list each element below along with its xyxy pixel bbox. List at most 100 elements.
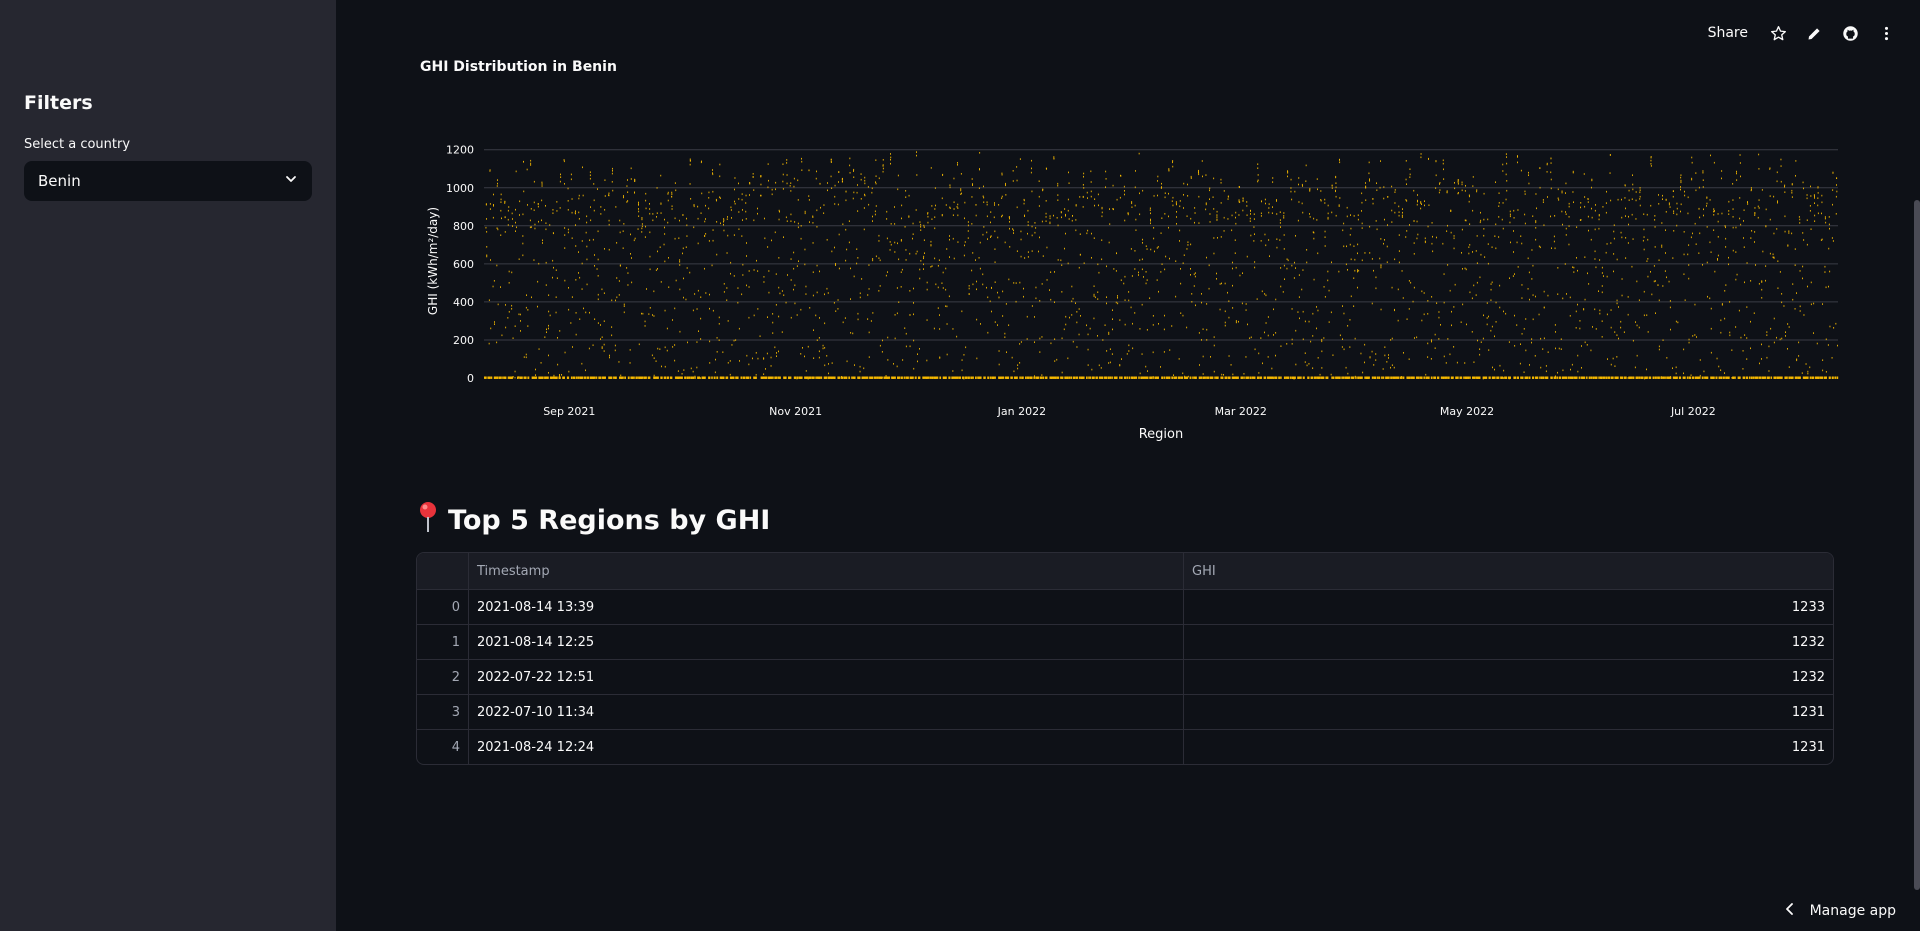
scatter-point xyxy=(1661,244,1663,247)
scatter-point xyxy=(1203,376,1206,379)
scatter-point xyxy=(616,296,618,299)
scatter-point xyxy=(1321,350,1323,353)
scatter-point xyxy=(1514,273,1515,275)
scatter-point xyxy=(956,206,958,208)
scatter-point xyxy=(1423,292,1425,294)
scatter-point xyxy=(1721,212,1723,215)
table-row[interactable]: 2 2022-07-22 12:51 1232 xyxy=(417,659,1833,694)
scatter-point xyxy=(709,362,711,364)
scatter-point xyxy=(1310,340,1312,343)
ghi-cell[interactable]: 1232 xyxy=(1183,625,1833,659)
scatter-point xyxy=(1431,376,1433,379)
scatter-point xyxy=(1375,359,1377,361)
column-header-ghi[interactable]: GHI xyxy=(1183,553,1833,589)
scatter-point xyxy=(1350,376,1353,379)
scatter-point xyxy=(1068,182,1070,184)
y-tick-label: 200 xyxy=(453,334,474,347)
scatter-point xyxy=(844,317,846,319)
scatter-point xyxy=(1097,298,1099,300)
column-header-timestamp[interactable]: Timestamp xyxy=(468,553,1183,589)
scatter-point xyxy=(1165,255,1167,258)
timestamp-cell[interactable]: 2021-08-14 12:25 xyxy=(468,625,1183,659)
scatter-point xyxy=(1300,376,1302,379)
scatter-point xyxy=(595,376,598,379)
scatter-point xyxy=(1304,352,1306,354)
scatter-point xyxy=(1308,363,1310,365)
top-regions-table[interactable]: Timestamp GHI 0 2021-08-14 13:39 1233 1 … xyxy=(416,552,1834,765)
timestamp-cell[interactable]: 2022-07-22 12:51 xyxy=(468,660,1183,694)
scatter-point xyxy=(568,308,570,311)
scatter-point xyxy=(1260,215,1262,217)
scrollbar[interactable] xyxy=(1914,200,1920,890)
ghi-scatter-chart[interactable]: 020040060080010001200Sep 2021 Nov 2021 Jan… xyxy=(420,122,1840,452)
scatter-point xyxy=(1111,376,1113,379)
scatter-point xyxy=(523,190,525,193)
scatter-point xyxy=(1783,305,1785,307)
scatter-point xyxy=(1746,358,1748,360)
scatter-point xyxy=(1768,345,1770,348)
scatter-point xyxy=(993,216,995,219)
scatter-point xyxy=(786,182,788,185)
scatter-point xyxy=(1091,368,1093,371)
scatter-point xyxy=(593,183,595,185)
scatter-point xyxy=(1446,230,1448,232)
table-row[interactable]: 0 2021-08-14 13:39 1233 xyxy=(417,589,1833,624)
scatter-point xyxy=(1106,302,1107,305)
ghi-cell[interactable]: 1231 xyxy=(1183,695,1833,729)
scatter-point xyxy=(1658,259,1660,261)
ghi-cell[interactable]: 1233 xyxy=(1183,590,1833,624)
scatter-point xyxy=(835,264,836,266)
scatter-point xyxy=(1443,301,1445,304)
scatter-point xyxy=(905,332,907,335)
scatter-point xyxy=(860,198,862,200)
timestamp-cell[interactable]: 2022-07-10 11:34 xyxy=(468,695,1183,729)
scatter-point xyxy=(1321,340,1323,343)
scatter-point xyxy=(1618,306,1619,308)
table-row[interactable]: 3 2022-07-10 11:34 1231 xyxy=(417,694,1833,729)
ghi-cell[interactable]: 1232 xyxy=(1183,660,1833,694)
scatter-point xyxy=(790,190,792,192)
scatter-point xyxy=(934,187,936,189)
table-row[interactable]: 4 2021-08-24 12:24 1231 xyxy=(417,729,1833,764)
scatter-point xyxy=(808,199,810,201)
scatter-point xyxy=(1691,177,1693,180)
table-row[interactable]: 1 2021-08-14 12:25 1232 xyxy=(417,624,1833,659)
timestamp-cell[interactable]: 2021-08-24 12:24 xyxy=(468,730,1183,764)
scatter-point xyxy=(1816,342,1818,345)
pencil-icon[interactable] xyxy=(1804,23,1824,43)
more-vertical-icon[interactable] xyxy=(1876,23,1896,43)
scatter-point xyxy=(1439,183,1440,185)
scatter-point xyxy=(644,320,646,323)
scatter-point xyxy=(723,291,725,293)
scatter-point xyxy=(1138,274,1139,276)
ghi-cell[interactable]: 1231 xyxy=(1183,730,1833,764)
scatter-point xyxy=(1810,281,1812,284)
scatter-point xyxy=(1212,196,1214,198)
scatter-point xyxy=(645,192,647,195)
scatter-point xyxy=(497,179,498,181)
timestamp-cell[interactable]: 2021-08-14 13:39 xyxy=(468,590,1183,624)
scatter-point xyxy=(997,324,998,326)
scatter-point xyxy=(1770,327,1772,330)
scatter-point xyxy=(562,376,565,379)
column-header-index[interactable] xyxy=(417,553,468,589)
scatter-point xyxy=(1093,295,1095,297)
scatter-point xyxy=(786,159,788,161)
scatter-point xyxy=(664,233,666,235)
star-icon[interactable] xyxy=(1768,23,1788,43)
manage-app-button[interactable]: Manage app xyxy=(1784,903,1896,919)
scatter-point xyxy=(1594,209,1596,212)
github-icon[interactable] xyxy=(1840,23,1860,43)
country-select[interactable]: Benin xyxy=(24,161,312,201)
scatter-point xyxy=(1718,376,1721,379)
scatter-point xyxy=(957,164,958,166)
scatter-point xyxy=(1561,210,1563,213)
scatter-point xyxy=(1606,376,1608,379)
scatter-point xyxy=(1787,323,1789,325)
scatter-point xyxy=(1101,258,1103,261)
scatter-point xyxy=(1532,294,1534,296)
scatter-point xyxy=(1173,374,1174,376)
scatter-point xyxy=(534,227,536,230)
share-button[interactable]: Share xyxy=(1708,25,1748,41)
scatter-point xyxy=(794,284,796,287)
